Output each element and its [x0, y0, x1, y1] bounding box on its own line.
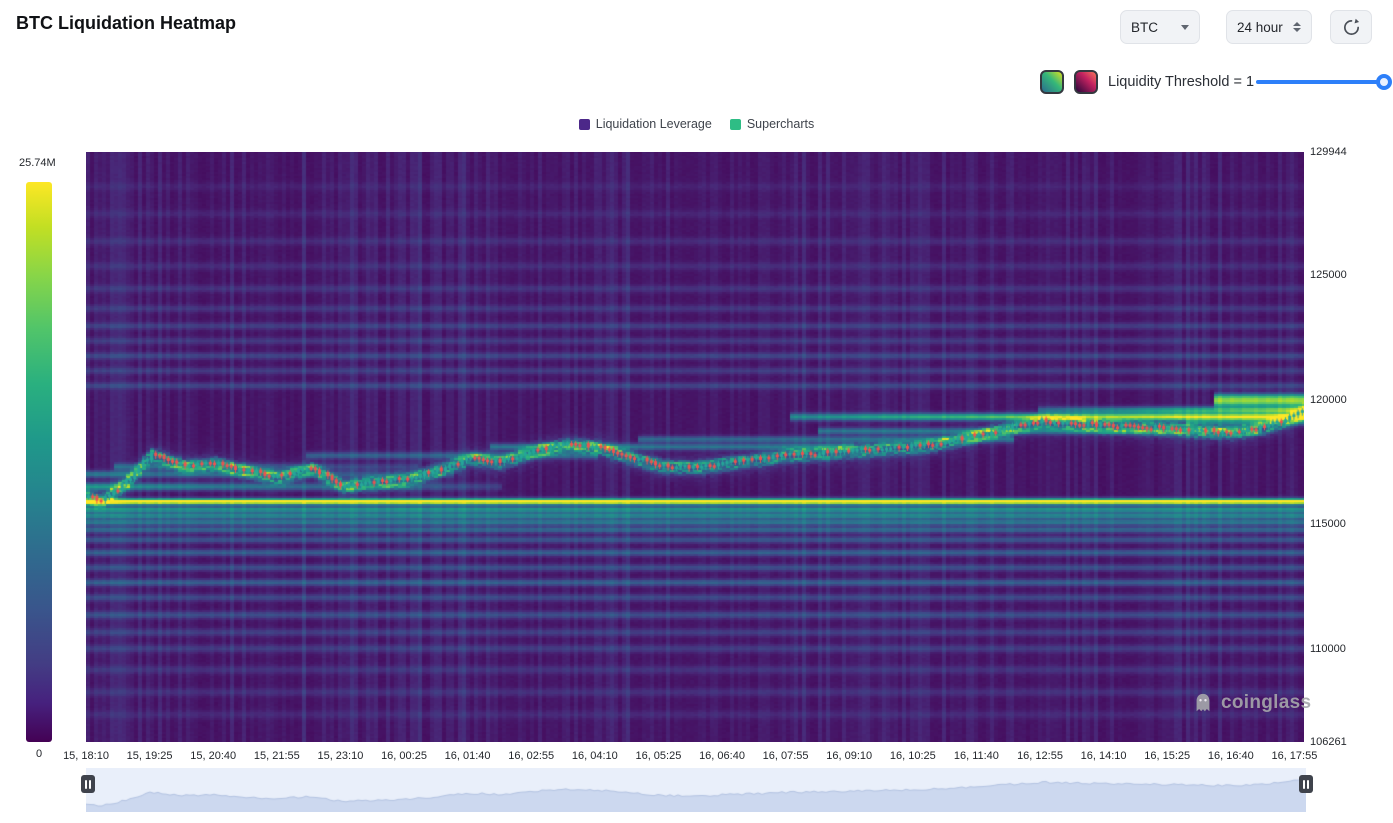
- symbol-select-value: BTC: [1131, 20, 1158, 35]
- x-tick-label: 16, 16:40: [1208, 750, 1254, 762]
- navigator-canvas[interactable]: [86, 768, 1306, 812]
- interval-select-value: 24 hour: [1237, 20, 1283, 35]
- refresh-icon: [1342, 18, 1361, 37]
- y-tick-label: 115000: [1310, 518, 1346, 530]
- liquidation-leverage-swatch: [579, 119, 590, 130]
- x-tick-label: 16, 02:55: [508, 750, 554, 762]
- slider-track[interactable]: [1256, 80, 1384, 84]
- threshold-slider[interactable]: [1256, 74, 1384, 90]
- y-tick-label: 125000: [1310, 269, 1347, 281]
- x-tick-label: 16, 17:55: [1271, 750, 1317, 762]
- chevron-down-icon: [1293, 28, 1301, 32]
- chart-legend: Liquidation Leverage Supercharts: [0, 117, 1393, 131]
- x-tick-label: 15, 18:10: [63, 750, 109, 762]
- navigator-left-handle[interactable]: [81, 775, 95, 793]
- colorbar: [26, 182, 52, 742]
- x-tick-label: 15, 19:25: [127, 750, 173, 762]
- coinglass-watermark: coinglass: [1192, 692, 1311, 714]
- chevron-up-icon: [1293, 22, 1301, 26]
- stepper-icon: [1293, 22, 1301, 33]
- x-tick-label: 16, 07:55: [763, 750, 809, 762]
- symbol-select[interactable]: BTC: [1120, 10, 1200, 44]
- legend-item-supercharts[interactable]: Supercharts: [730, 117, 814, 131]
- supercharts-swatch: [730, 119, 741, 130]
- magma-colormap-button[interactable]: [1074, 70, 1098, 94]
- legend-item-liquidation-leverage[interactable]: Liquidation Leverage: [579, 117, 712, 131]
- chevron-down-icon: [1181, 25, 1189, 30]
- y-tick-label: 110000: [1310, 643, 1346, 655]
- x-tick-label: 16, 01:40: [445, 750, 491, 762]
- colorbar-min-label: 0: [26, 748, 52, 760]
- x-tick-label: 16, 04:10: [572, 750, 618, 762]
- y-tick-label: 106261: [1310, 736, 1347, 748]
- y-tick-label: 120000: [1310, 394, 1347, 406]
- x-tick-label: 15, 21:55: [254, 750, 300, 762]
- x-tick-label: 16, 09:10: [826, 750, 872, 762]
- interval-select[interactable]: 24 hour: [1226, 10, 1312, 44]
- viridis-colormap-button[interactable]: [1040, 70, 1064, 94]
- x-tick-label: 16, 11:40: [954, 750, 999, 762]
- slider-thumb[interactable]: [1376, 74, 1392, 90]
- x-tick-label: 16, 14:10: [1081, 750, 1127, 762]
- watermark-text: coinglass: [1221, 692, 1311, 714]
- legend-label: Supercharts: [747, 117, 814, 131]
- x-tick-label: 16, 10:25: [890, 750, 936, 762]
- legend-label: Liquidation Leverage: [596, 117, 712, 131]
- x-tick-label: 15, 23:10: [317, 750, 363, 762]
- threshold-label: Liquidity Threshold = 1: [1108, 74, 1254, 90]
- app-root: BTC Liquidation Heatmap BTC 24 hour Liqu…: [0, 0, 1393, 823]
- x-tick-label: 16, 00:25: [381, 750, 427, 762]
- liquidation-heatmap-canvas[interactable]: [86, 152, 1304, 742]
- x-tick-label: 16, 05:25: [635, 750, 681, 762]
- page-title: BTC Liquidation Heatmap: [16, 13, 236, 34]
- colorbar-max-label: 25.74M: [19, 157, 56, 169]
- refresh-button[interactable]: [1330, 10, 1372, 44]
- x-tick-label: 16, 12:55: [1017, 750, 1063, 762]
- navigator-right-handle[interactable]: [1299, 775, 1313, 793]
- ghost-icon: [1192, 692, 1214, 714]
- x-tick-label: 15, 20:40: [190, 750, 236, 762]
- x-tick-label: 16, 06:40: [699, 750, 745, 762]
- y-tick-label: 129944: [1310, 146, 1347, 158]
- x-tick-label: 16, 15:25: [1144, 750, 1190, 762]
